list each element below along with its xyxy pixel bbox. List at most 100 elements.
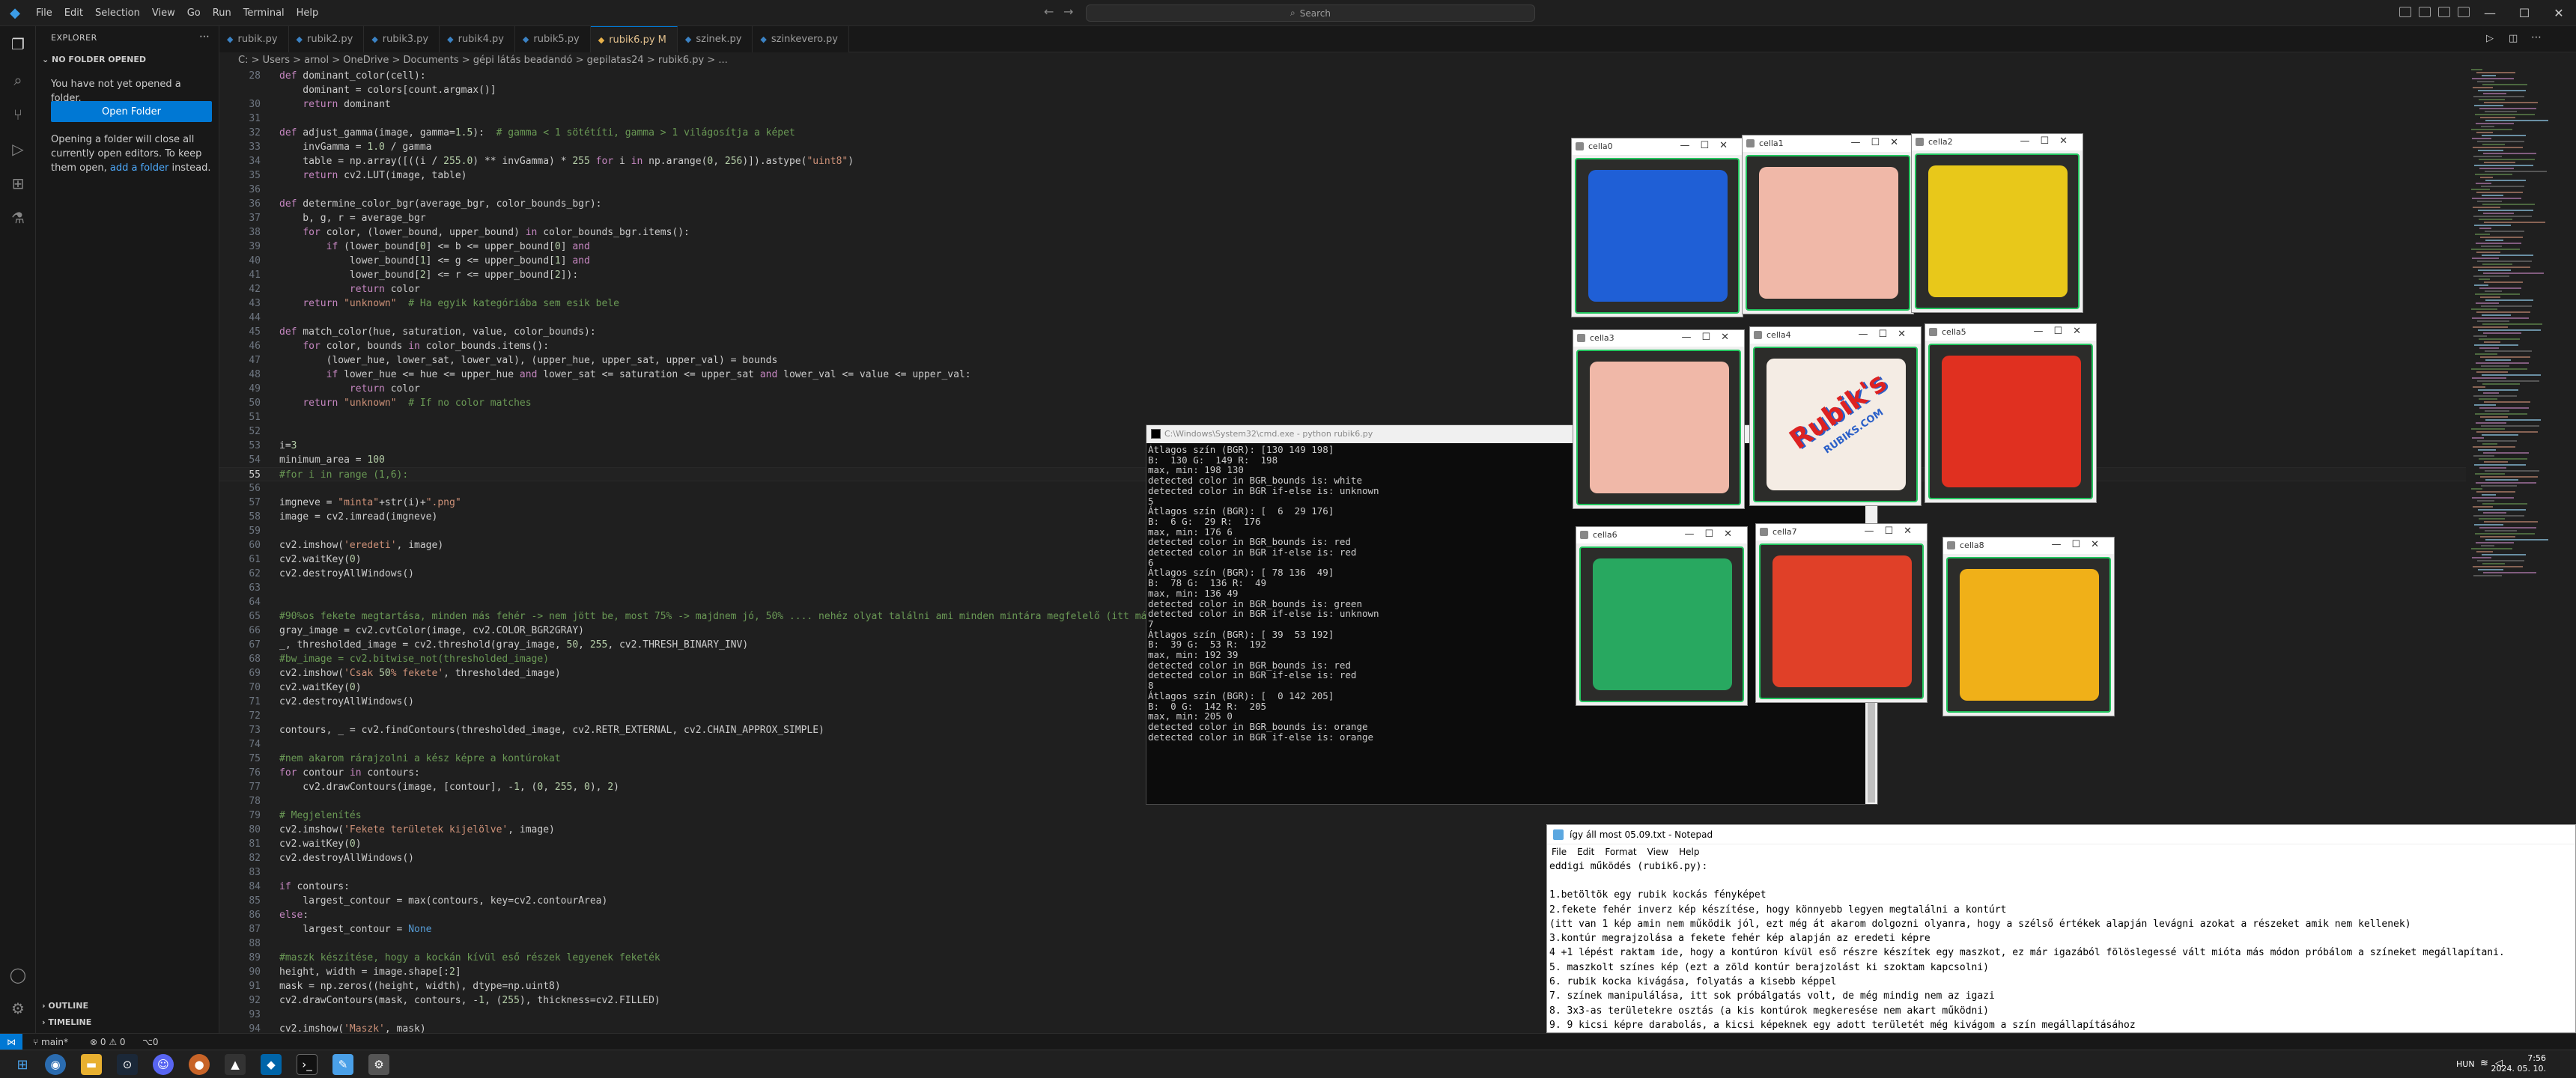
notepad-menu-item[interactable]: View	[1647, 844, 1668, 859]
maximize-button[interactable]: ☐	[2507, 0, 2542, 26]
timeline-section[interactable]: › TIMELINE	[42, 1017, 91, 1027]
editor-tab[interactable]: ◆ rubik2.py	[288, 26, 365, 52]
cell-window[interactable]: cella0 —☐✕	[1571, 138, 1743, 317]
code-line[interactable]: 28 def dominant_color(cell):	[219, 69, 2466, 83]
more-actions-icon[interactable]: ⋯	[199, 31, 210, 43]
toggle-sidebar-icon[interactable]	[2399, 7, 2411, 17]
menu-item[interactable]: Selection	[89, 0, 146, 26]
cell-window-controls[interactable]: —☐✕	[1864, 526, 1922, 537]
cell-window[interactable]: cella1 —☐✕	[1742, 135, 1914, 314]
forward-arrow-icon[interactable]: →	[1063, 4, 1073, 19]
menu-item[interactable]: Run	[207, 0, 237, 26]
code-line[interactable]: 44	[219, 311, 2466, 325]
minimap[interactable]	[2471, 69, 2561, 593]
cell-window-controls[interactable]: —☐✕	[1681, 332, 1740, 343]
toggle-secondary-sidebar-icon[interactable]	[2438, 7, 2450, 17]
manage-gear-icon[interactable]: ⚙	[9, 999, 27, 1017]
menu-item[interactable]: View	[146, 0, 181, 26]
editor-tab[interactable]: ◆ rubik4.py	[440, 26, 515, 52]
notepad-menu-item[interactable]: Format	[1605, 844, 1636, 859]
extensions-icon[interactable]: ⊞	[9, 174, 27, 192]
menu-item[interactable]: Edit	[58, 0, 89, 26]
cell-window-controls[interactable]: —☐✕	[2051, 539, 2109, 550]
code-line[interactable]: 45 def match_color(hue, saturation, value…	[219, 325, 2466, 339]
editor-tab[interactable]: ◆ szinek.py	[677, 26, 753, 52]
remote-indicator-icon[interactable]: ⋈	[0, 1034, 22, 1050]
language-indicator[interactable]: HUN	[2456, 1059, 2475, 1069]
code-line[interactable]: 51	[219, 410, 2466, 424]
editor-tab[interactable]: ◆ rubik.py	[219, 26, 289, 52]
menu-item[interactable]: Help	[291, 0, 325, 26]
cell-window[interactable]: cella7 —☐✕	[1755, 523, 1928, 703]
editor-tab[interactable]: ◆ rubik6.py M	[590, 26, 678, 52]
code-line[interactable]: 31	[219, 112, 2466, 126]
code-line[interactable]: 50 return "unknown" # If no color matche…	[219, 396, 2466, 410]
notepad-menu-item[interactable]: Edit	[1577, 844, 1594, 859]
cell-window[interactable]: cella2 —☐✕	[1911, 133, 2083, 313]
cell-window[interactable]: cella6 —☐✕	[1576, 526, 1748, 706]
code-line[interactable]: 37 b, g, r = average_bgr	[219, 211, 2466, 225]
code-line[interactable]: 36	[219, 183, 2466, 197]
code-line[interactable]: dominant = colors[count.argmax()]	[219, 83, 2466, 97]
cell-window[interactable]: cella3 —☐✕	[1573, 329, 1745, 509]
testing-icon[interactable]: ⚗	[9, 209, 27, 227]
vscode-taskbar-icon[interactable]: ◆	[261, 1054, 282, 1075]
code-line[interactable]: 35 return cv2.LUT(image, table)	[219, 168, 2466, 183]
menu-item[interactable]: Go	[181, 0, 207, 26]
code-line[interactable]: 49 return color	[219, 382, 2466, 396]
back-arrow-icon[interactable]: ←	[1044, 4, 1054, 19]
start-windows-icon[interactable]: ⊞	[12, 1054, 33, 1075]
no-folder-section[interactable]: ⌄ NO FOLDER OPENED	[42, 55, 146, 64]
cell-window-controls[interactable]: —☐✕	[1858, 329, 1916, 340]
editor-tab[interactable]: ◆ rubik5.py	[514, 26, 591, 52]
code-line[interactable]: 33 invGamma = 1.0 / gamma	[219, 140, 2466, 154]
branch-indicator[interactable]: ⑂ main*	[33, 1034, 68, 1050]
customize-layout-icon[interactable]	[2458, 7, 2470, 17]
code-line[interactable]: 32 def adjust_gamma(image, gamma=1.5): # …	[219, 126, 2466, 140]
python-window-icon[interactable]: ⚙	[368, 1054, 389, 1075]
file-explorer-icon[interactable]: ▬	[81, 1054, 102, 1075]
editor-tab[interactable]: ◆ rubik3.py	[364, 26, 440, 52]
code-line[interactable]: 41 lower_bound[2] <= r <= upper_bound[2]…	[219, 268, 2466, 282]
breadcrumb[interactable]: C: > Users > arnol > OneDrive > Document…	[238, 52, 728, 69]
explorer-icon[interactable]: ❐	[9, 35, 27, 53]
discord-icon[interactable]: ☺	[153, 1054, 174, 1075]
toggle-panel-icon[interactable]	[2419, 7, 2431, 17]
editor-tab[interactable]: ◆ szinkevero.py	[753, 26, 849, 52]
code-line[interactable]: 79 # Megjelenítés	[219, 808, 2466, 823]
source-control-icon[interactable]: ⑂	[9, 106, 27, 124]
menu-item[interactable]: Terminal	[237, 0, 291, 26]
code-line[interactable]: 46 for color, bounds in color_bounds.ite…	[219, 339, 2466, 353]
search-icon[interactable]: ⌕	[9, 71, 27, 89]
notepad-menu-item[interactable]: Help	[1679, 844, 1699, 859]
code-line[interactable]: 30 return dominant	[219, 97, 2466, 112]
notepad-window[interactable]: így áll most 05.09.txt - Notepad File Edi…	[1546, 824, 2576, 1033]
code-line[interactable]: 40 lower_bound[1] <= g <= upper_bound[1]…	[219, 254, 2466, 268]
steam-icon[interactable]: ⊙	[117, 1054, 138, 1075]
cell-window[interactable]: cella8 —☐✕	[1942, 537, 2115, 716]
cell-window-controls[interactable]: —☐✕	[2033, 326, 2092, 337]
command-center-search[interactable]: ⌕ Search	[1086, 4, 1535, 22]
code-line[interactable]: 47 (lower_hue, lower_sat, lower_val), (u…	[219, 353, 2466, 368]
outline-section[interactable]: › OUTLINE	[42, 1001, 88, 1011]
code-line[interactable]: 42 return color	[219, 282, 2466, 296]
cell-window-controls[interactable]: —☐✕	[1680, 140, 1738, 151]
chrome-icon[interactable]: ◉	[45, 1054, 66, 1075]
cell-window-controls[interactable]: —☐✕	[2020, 135, 2078, 147]
cell-window-controls[interactable]: —☐✕	[1850, 137, 1909, 148]
code-line[interactable]: 43 return "unknown" # Ha egyik kategóriá…	[219, 296, 2466, 311]
cell-window[interactable]: cella5 —☐✕	[1925, 323, 2097, 503]
open-folder-button[interactable]: Open Folder	[51, 101, 212, 122]
code-line[interactable]: 36 def determine_color_bgr(average_bgr, c…	[219, 197, 2466, 211]
ports-indicator[interactable]: ⌥0	[142, 1034, 158, 1050]
run-debug-icon[interactable]: ▷	[9, 140, 27, 158]
epic-games-icon[interactable]: ▲	[225, 1054, 246, 1075]
minimize-button[interactable]: —	[2473, 0, 2507, 26]
clock[interactable]: 7:56 2024. 05. 10.	[2491, 1053, 2546, 1074]
notepad-menu-item[interactable]: File	[1552, 844, 1567, 859]
split-editor-icon[interactable]: ◫	[2509, 33, 2518, 44]
wifi-icon[interactable]: ≋	[2480, 1058, 2488, 1069]
run-python-icon[interactable]: ▷	[2486, 33, 2494, 44]
editor-more-icon[interactable]: ⋯	[2531, 31, 2542, 43]
code-line[interactable]: 48 if lower_hue <= hue <= upper_hue and …	[219, 368, 2466, 382]
